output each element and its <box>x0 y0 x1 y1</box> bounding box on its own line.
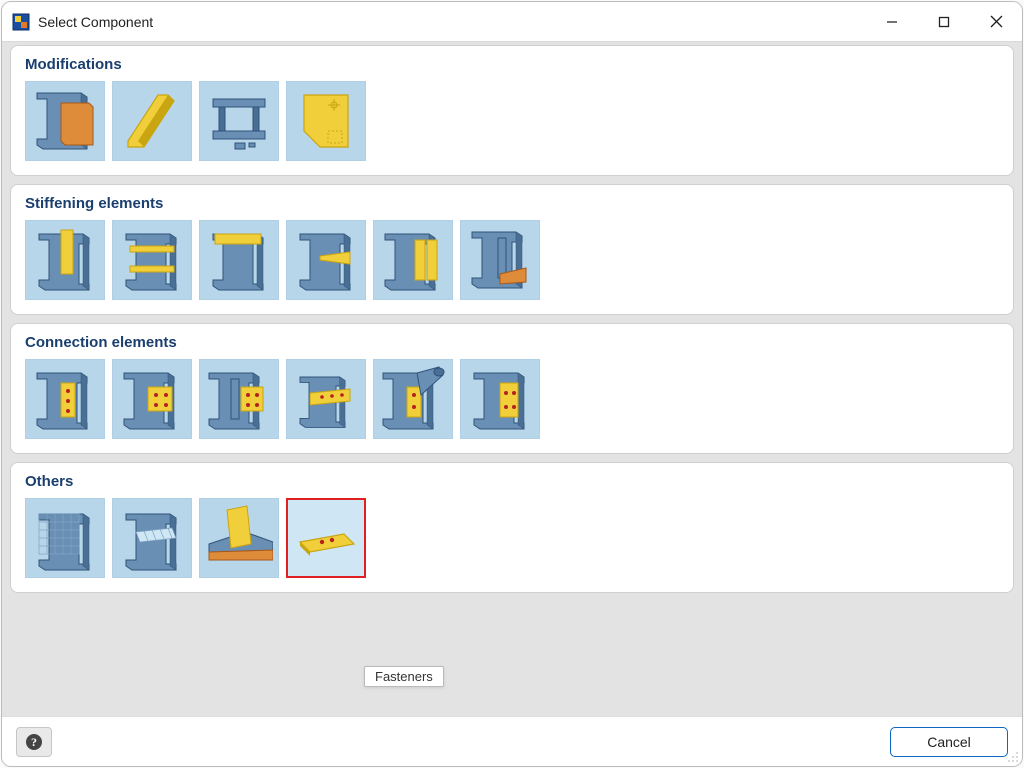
tiles-row <box>25 498 999 578</box>
app-icon <box>12 13 30 31</box>
close-button[interactable] <box>970 2 1022 41</box>
minimize-button[interactable] <box>866 2 918 41</box>
category-title: Others <box>25 473 999 490</box>
category-title: Modifications <box>25 56 999 73</box>
others-tile-fasteners[interactable] <box>286 498 366 578</box>
maximize-button[interactable] <box>918 2 970 41</box>
cancel-label: Cancel <box>927 734 971 750</box>
connection-tile-3[interactable] <box>199 359 279 439</box>
close-icon <box>990 15 1003 28</box>
footer: ? Cancel <box>2 716 1022 766</box>
others-tile-3[interactable] <box>199 498 279 578</box>
modification-tile-4[interactable] <box>286 81 366 161</box>
cancel-button[interactable]: Cancel <box>890 727 1008 757</box>
category-stiffening: Stiffening elements <box>10 184 1014 315</box>
modification-tile-2[interactable] <box>112 81 192 161</box>
content-area: Modifications Stiffening elements <box>2 42 1022 716</box>
help-button[interactable]: ? <box>16 727 52 757</box>
connection-tile-5[interactable] <box>373 359 453 439</box>
category-title: Stiffening elements <box>25 195 999 212</box>
connection-tile-2[interactable] <box>112 359 192 439</box>
modification-tile-3[interactable] <box>199 81 279 161</box>
resize-grip-icon[interactable] <box>1005 749 1019 763</box>
connection-tile-1[interactable] <box>25 359 105 439</box>
stiffening-tile-6[interactable] <box>460 220 540 300</box>
maximize-icon <box>938 16 950 28</box>
stiffening-tile-4[interactable] <box>286 220 366 300</box>
window-title: Select Component <box>38 14 866 30</box>
stiffening-tile-5[interactable] <box>373 220 453 300</box>
category-modifications: Modifications <box>10 45 1014 176</box>
help-icon: ? <box>25 733 43 751</box>
modification-tile-1[interactable] <box>25 81 105 161</box>
window-controls <box>866 2 1022 41</box>
category-others: Others <box>10 462 1014 593</box>
minimize-icon <box>886 16 898 28</box>
others-tile-2[interactable] <box>112 498 192 578</box>
tiles-row <box>25 81 999 161</box>
svg-text:?: ? <box>31 735 37 749</box>
connection-tile-6[interactable] <box>460 359 540 439</box>
others-tile-1[interactable] <box>25 498 105 578</box>
stiffening-tile-1[interactable] <box>25 220 105 300</box>
connection-tile-4[interactable] <box>286 359 366 439</box>
tiles-row <box>25 359 999 439</box>
tiles-row <box>25 220 999 300</box>
stiffening-tile-2[interactable] <box>112 220 192 300</box>
titlebar: Select Component <box>2 2 1022 42</box>
stiffening-tile-3[interactable] <box>199 220 279 300</box>
category-connection: Connection elements <box>10 323 1014 454</box>
category-title: Connection elements <box>25 334 999 351</box>
